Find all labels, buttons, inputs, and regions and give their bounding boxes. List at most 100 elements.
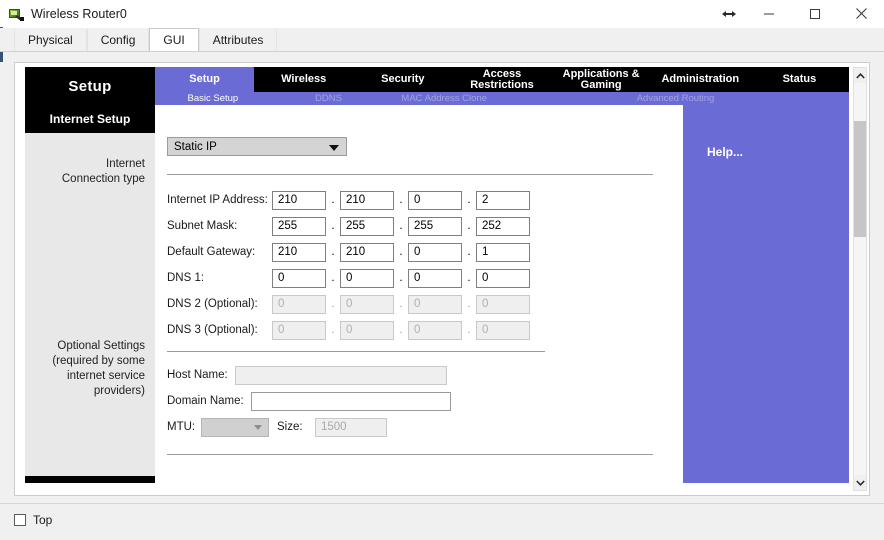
dot-separator: . [331, 272, 335, 284]
subnav-spacer: . [502, 92, 618, 105]
dot-separator: . [467, 324, 471, 336]
tab-config[interactable]: Config [86, 29, 150, 51]
nav-applications-gaming-label: Applications & Gaming [562, 67, 640, 91]
dot-separator: . [399, 220, 403, 232]
setup-form: Static IP Internet IP Address: 210 . 210… [155, 105, 683, 455]
dot-separator: . [399, 194, 403, 206]
dot-separator: . [467, 298, 471, 310]
sidebar-header: Internet Setup [25, 105, 155, 133]
tab-physical[interactable]: Physical [14, 29, 87, 51]
dns2-octet-4: 0 [476, 294, 530, 314]
nav-security[interactable]: Security [353, 67, 453, 92]
nav-administration[interactable]: Administration [650, 67, 750, 92]
nav-setup[interactable]: Setup [155, 67, 255, 92]
subnav-mac-address-clone[interactable]: MAC Address Clone [386, 92, 502, 105]
sidebar-label-optional-settings: Optional Settings (required by some intern… [52, 340, 145, 397]
internet-ip-octet-1[interactable]: 210 [272, 190, 326, 210]
router-sidebar: Internet Setup Internet Connection type O… [25, 105, 155, 483]
resize-horizontal-icon[interactable] [712, 0, 746, 27]
tab-gui[interactable]: GUI [149, 28, 199, 51]
subnav-basic-setup[interactable]: Basic Setup [155, 92, 271, 105]
host-name-input[interactable] [235, 365, 447, 385]
default-gateway-octet-3[interactable]: 0 [408, 242, 462, 262]
nav-access-restrictions[interactable]: Access Restrictions [452, 67, 552, 92]
router-web-ui: Setup Setup Wireless Security Access Res… [25, 67, 867, 491]
sidebar-label-connection-type: Internet Connection type [61, 158, 145, 185]
row-dns-1: DNS 1: 0 . 0 . 0 . 0 [167, 265, 683, 291]
dot-separator: . [399, 272, 403, 284]
row-dns-3: DNS 3 (Optional): 0 . 0 . 0 . 0 [167, 317, 683, 343]
scrollbar-thumb[interactable] [854, 121, 866, 237]
chevron-down-icon [254, 425, 262, 430]
row-dns-2: DNS 2 (Optional): 0 . 0 . 0 . 0 [167, 291, 683, 317]
dot-separator: . [467, 246, 471, 258]
minimize-button[interactable] [746, 0, 792, 27]
subnet-mask-octet-3[interactable]: 255 [408, 216, 462, 236]
nav-administration-label: Administration [661, 73, 740, 85]
bottom-bar: Top [0, 503, 884, 540]
mtu-size-input[interactable]: 1500 [315, 417, 387, 437]
label-subnet-mask: Subnet Mask: [167, 220, 238, 232]
dns1-octet-4[interactable]: 0 [476, 268, 530, 288]
label-default-gateway: Default Gateway: [167, 246, 256, 258]
dns1-octet-2[interactable]: 0 [340, 268, 394, 288]
nav-status-label: Status [782, 73, 817, 85]
subnet-mask-octet-4[interactable]: 252 [476, 216, 530, 236]
subnav-ddns[interactable]: DDNS [271, 92, 387, 105]
internet-ip-octet-4[interactable]: 2 [476, 190, 530, 210]
router-device-icon [8, 6, 24, 22]
content-area: Setup Setup Wireless Security Access Res… [0, 62, 884, 504]
router-main-panel: Static IP Internet IP Address: 210 . 210… [155, 105, 683, 483]
row-mtu: MTU: Size: 1500 [167, 414, 683, 440]
subnet-mask-octet-1[interactable]: 255 [272, 216, 326, 236]
default-gateway-octet-1[interactable]: 210 [272, 242, 326, 262]
label-domain-name: Domain Name: [167, 395, 244, 407]
default-gateway-octet-2[interactable]: 210 [340, 242, 394, 262]
scroll-down-button[interactable] [854, 475, 866, 490]
dot-separator: . [399, 324, 403, 336]
dns2-octet-3: 0 [408, 294, 462, 314]
label-host-name: Host Name: [167, 369, 228, 381]
top-checkbox[interactable] [14, 514, 26, 526]
vertical-scrollbar[interactable] [853, 67, 867, 491]
default-gateway-octet-4[interactable]: 1 [476, 242, 530, 262]
domain-name-input[interactable] [251, 391, 451, 411]
subnet-mask-octet-2[interactable]: 255 [340, 216, 394, 236]
router-nav: Setup Wireless Security Access Restricti… [155, 67, 849, 92]
scroll-up-button[interactable] [854, 68, 866, 83]
mtu-select[interactable] [201, 417, 269, 437]
form-separator-top [167, 174, 653, 175]
router-nav-area: Setup Wireless Security Access Restricti… [155, 67, 849, 105]
subnav-advanced-routing[interactable]: Advanced Routing [618, 92, 734, 105]
nav-setup-label: Setup [189, 73, 220, 85]
internet-ip-octet-3[interactable]: 0 [408, 190, 462, 210]
label-dns-2: DNS 2 (Optional): [167, 298, 258, 310]
nav-status[interactable]: Status [749, 67, 849, 92]
row-domain-name: Domain Name: [167, 388, 683, 414]
dns1-octet-3[interactable]: 0 [408, 268, 462, 288]
router-banner: Setup Setup Wireless Security Access Res… [25, 67, 849, 105]
close-button[interactable] [838, 0, 884, 27]
internet-ip-octet-2[interactable]: 210 [340, 190, 394, 210]
nav-wireless[interactable]: Wireless [254, 67, 354, 92]
dns1-octet-1[interactable]: 0 [272, 268, 326, 288]
label-internet-ip-address: Internet IP Address: [167, 194, 268, 206]
dot-separator: . [467, 272, 471, 284]
help-link[interactable]: Help... [707, 145, 743, 159]
nav-applications-gaming[interactable]: Applications & Gaming [551, 67, 651, 92]
optional-settings-group: Host Name: Domain Name: MTU: Size: 1500 [167, 352, 683, 440]
dns3-octet-2: 0 [340, 320, 394, 340]
maximize-button[interactable] [792, 0, 838, 27]
window-titlebar: Wireless Router0 [0, 0, 884, 28]
tab-attributes[interactable]: Attributes [198, 29, 278, 51]
scrollbar-track[interactable] [854, 83, 866, 475]
ip-settings-grid: Internet IP Address: 210 . 210 . 0 . 2 S… [167, 187, 683, 343]
tab-strip: Physical Config GUI Attributes [0, 28, 884, 52]
router-brand-title: Setup [25, 67, 155, 105]
dns2-octet-1: 0 [272, 294, 326, 314]
dns2-octet-2: 0 [340, 294, 394, 314]
connection-type-select[interactable]: Static IP [167, 137, 347, 156]
connection-type-value: Static IP [174, 140, 217, 153]
row-host-name: Host Name: [167, 362, 683, 388]
top-checkbox-group[interactable]: Top [14, 513, 52, 527]
